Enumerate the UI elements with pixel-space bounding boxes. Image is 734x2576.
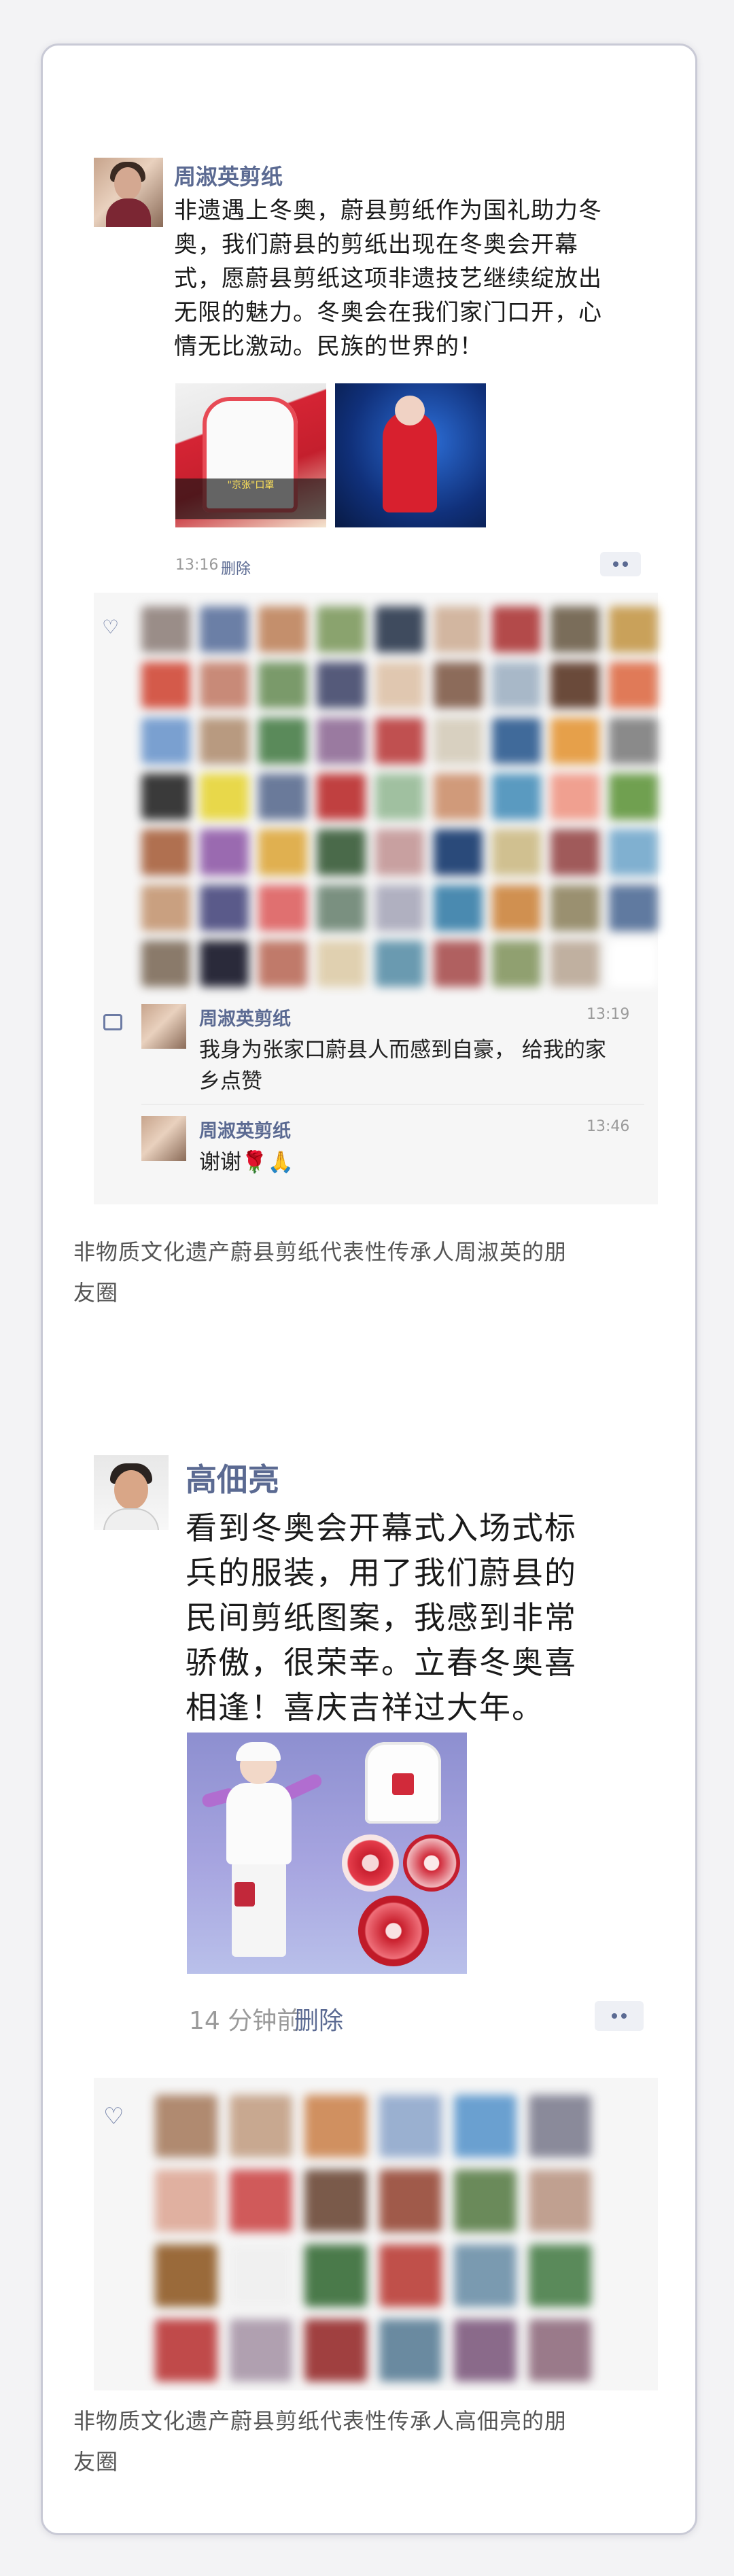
post2-text-line: 民间剪纸图案，我感到非常	[186, 1599, 577, 1636]
post2-caption: 非物质文化遗产蔚县剪纸代表性传承人高佃亮的朋 友圈	[73, 2408, 567, 2475]
post2-delete-link[interactable]: 删除	[294, 2001, 343, 2036]
comment-text: 谢谢🌹🙏	[199, 1150, 294, 1174]
post1-text: 非遗遇上冬奥，蔚县剪纸作为国礼助力冬 奥，我们蔚县的剪纸出现在冬奥会开幕 式，愿…	[174, 194, 650, 364]
comment-time: 13:19	[587, 1006, 630, 1023]
post2-text-line: 看到冬奥会开幕式入场式标	[186, 1510, 577, 1546]
post2-timestamp: 14 分钟前	[189, 2007, 302, 2035]
post1-caption: 非物质文化遗产蔚县剪纸代表性传承人周淑英的朋 友圈	[73, 1239, 567, 1306]
post2-more-button[interactable]	[595, 2001, 644, 2031]
post1-timestamp: 13:16	[175, 557, 219, 574]
post1-likes-avatars	[141, 606, 658, 987]
post1-author-name[interactable]: 周淑英剪纸	[174, 160, 283, 191]
comment-author[interactable]: 周淑英剪纸	[199, 1004, 291, 1030]
post1-image-1[interactable]: "京张"口罩	[175, 383, 326, 527]
post1-text-line: 奥，我们蔚县的剪纸出现在冬奥会开幕	[174, 231, 578, 258]
post1-more-button[interactable]	[600, 552, 641, 576]
post1-avatar[interactable]	[94, 158, 163, 227]
comment-time: 13:46	[587, 1118, 630, 1135]
comment-avatar[interactable]	[141, 1004, 186, 1049]
post2-avatar[interactable]	[94, 1455, 169, 1530]
screenshot-frame: 周淑英剪纸 非遗遇上冬奥，蔚县剪纸作为国礼助力冬 奥，我们蔚县的剪纸出现在冬奥会…	[41, 43, 697, 2535]
post2-interaction-panel: ♡	[94, 2078, 658, 2390]
comment-avatar[interactable]	[141, 1116, 186, 1161]
comment-text: 我身为张家口蔚县人而感到自豪， 给我的家 乡点赞	[199, 1038, 606, 1094]
more-dots-icon	[612, 2013, 617, 2019]
post2-author-name[interactable]: 高佃亮	[186, 1455, 279, 1500]
post1-text-line: 情无比激动。民族的世界的！	[174, 333, 483, 360]
heart-icon: ♡	[102, 616, 120, 638]
post2-text-line: 相逢！喜庆吉祥过大年。	[186, 1689, 544, 1726]
post2-text-line: 骄傲，很荣幸。立春冬奥喜	[186, 1644, 577, 1681]
post2-image[interactable]	[187, 1733, 467, 1974]
post1-text-line: 无限的魅力。冬奥会在我们家门口开，心	[174, 299, 602, 326]
post1-image-2[interactable]	[335, 383, 486, 527]
comment-icon	[103, 1014, 122, 1030]
post2-text: 看到冬奥会开幕式入场式标 兵的服装，用了我们蔚县的 民间剪纸图案，我感到非常 骄…	[186, 1505, 668, 1730]
comment-author[interactable]: 周淑英剪纸	[199, 1116, 291, 1143]
post2-text-line: 兵的服装，用了我们蔚县的	[186, 1554, 577, 1591]
post1-text-line: 非遗遇上冬奥，蔚县剪纸作为国礼助力冬	[174, 197, 602, 224]
post2-likes-avatars	[155, 2095, 591, 2382]
more-dots-icon	[613, 561, 618, 567]
heart-icon: ♡	[103, 2103, 124, 2130]
post1-delete-link[interactable]: 删除	[221, 557, 251, 578]
post1-interaction-panel: ♡ 周淑英剪纸 13:19 我身为张家口蔚县人而感到自豪， 给我的家 乡点赞 周…	[94, 593, 658, 1204]
post1-text-line: 式，愿蔚县剪纸这项非遗技艺继续绽放出	[174, 265, 602, 292]
post1-image-1-caption: "京张"口罩	[175, 478, 326, 519]
